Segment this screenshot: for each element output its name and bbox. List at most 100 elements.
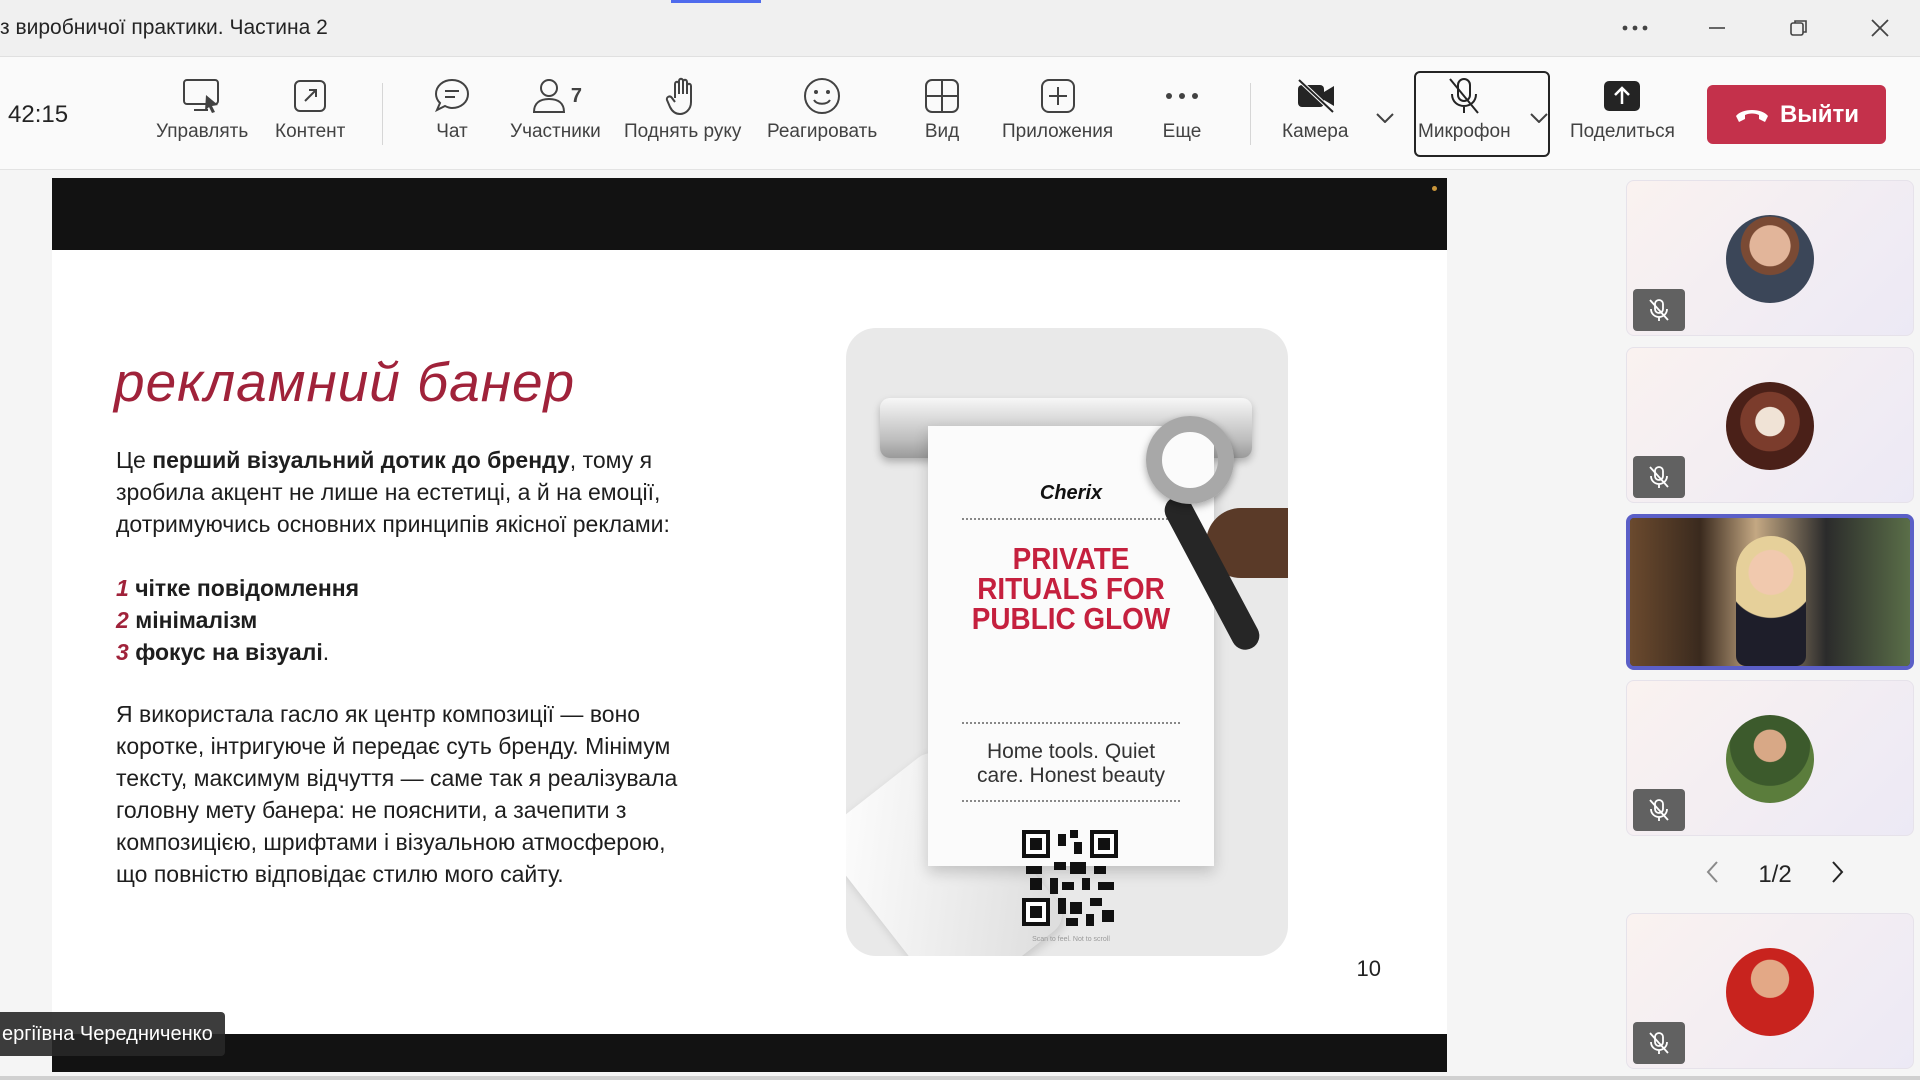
react-button[interactable]: Реагировать xyxy=(767,75,877,155)
apps-label: Приложения xyxy=(1002,121,1114,142)
more-button[interactable]: Еще xyxy=(1162,75,1202,155)
toolbar-divider xyxy=(1250,83,1251,145)
apps-button[interactable]: Приложения xyxy=(1002,75,1113,155)
more-dots-icon xyxy=(1162,75,1202,117)
intro-line-3: дотримуючись основних принципів якісної … xyxy=(116,511,670,537)
dotted-rule xyxy=(962,722,1180,724)
participants-label: Участники xyxy=(510,121,601,142)
poster-tagline-small: Scan to feel. Not to scroll xyxy=(1032,936,1110,943)
share-button[interactable]: Поделиться xyxy=(1570,75,1675,155)
slide-page-number: 10 xyxy=(1356,956,1381,981)
meeting-toolbar: 42:15 Управлять Контент Чат 7 Участники … xyxy=(0,57,1920,170)
meeting-title: з виробничої практики. Частина 2 xyxy=(0,16,328,39)
body-line: тексту, максимум відчуття — саме так я р… xyxy=(116,765,678,791)
body-line: головну мету банера: не пояснити, а заче… xyxy=(116,797,627,823)
dotted-rule xyxy=(962,800,1180,802)
recording-dot xyxy=(1432,186,1437,191)
hand-icon xyxy=(663,75,703,117)
participant-tile[interactable] xyxy=(1626,180,1914,336)
intro-paragraph: Це перший візуальний дотик до бренду, то… xyxy=(116,444,670,540)
principle-item: 1 чітке повідомлення xyxy=(116,575,360,601)
title-bar: з виробничої практики. Частина 2 xyxy=(0,0,1920,57)
participant-tile[interactable] xyxy=(1626,680,1914,836)
raise-hand-button[interactable]: Поднять руку xyxy=(624,75,741,155)
mic-muted-icon xyxy=(1633,789,1685,831)
body-line: що повністю відповідає стилю мого сайту. xyxy=(116,861,564,887)
leave-label: Выйти xyxy=(1779,100,1860,128)
body-line: композицією, шрифтами і візуальною атмос… xyxy=(116,829,666,855)
meeting-timer: 42:15 xyxy=(8,101,69,128)
content-label: Контент xyxy=(275,121,346,142)
avatar xyxy=(1726,215,1814,303)
share-label: Поделиться xyxy=(1570,121,1675,142)
participant-tile[interactable] xyxy=(1626,913,1914,1069)
camera-off-icon xyxy=(1295,75,1335,117)
add-app-icon xyxy=(1038,75,1078,117)
principles-list: 1 чітке повідомлення 2 мінімалізм 3 фоку… xyxy=(116,572,359,668)
react-label: Реагировать xyxy=(767,121,878,142)
body-paragraph: Я використала гасло як центр композиції … xyxy=(116,698,677,890)
view-button[interactable]: Вид xyxy=(922,75,962,155)
shared-screen-top-bar xyxy=(52,178,1447,250)
close-icon[interactable] xyxy=(1857,10,1903,46)
principle-item: 2 мінімалізм xyxy=(116,607,258,633)
mic-muted-icon xyxy=(1633,456,1685,498)
camera-label: Камера xyxy=(1282,121,1349,142)
body-line: Я використала гасло як центр композиції … xyxy=(116,701,641,727)
grid-view-icon xyxy=(922,75,962,117)
poster-headline: PRIVATE RITUALS FOR PUBLIC GLOW xyxy=(971,541,1171,636)
restore-icon[interactable] xyxy=(1776,10,1822,46)
minimize-icon[interactable] xyxy=(1694,10,1740,46)
chevron-right-icon[interactable] xyxy=(1831,860,1845,891)
poster-subline: Home tools. Quiet care. Honest beauty xyxy=(977,740,1165,787)
more-options-icon[interactable] xyxy=(1612,10,1658,46)
pager-label: 1/2 xyxy=(1758,861,1792,888)
leave-button[interactable]: Выйти xyxy=(1707,85,1886,144)
avatar xyxy=(1726,382,1814,470)
presenter-name-tag: ергіївна Чередниченко xyxy=(0,1012,225,1056)
content-button[interactable]: Контент xyxy=(275,75,345,155)
intro-text-end: , тому я xyxy=(569,447,653,473)
raise-hand-label: Поднять руку xyxy=(624,121,742,142)
mic-muted-icon xyxy=(1633,1022,1685,1064)
participants-count: 7 xyxy=(570,84,582,107)
slide-heading: рекламний банер xyxy=(114,351,576,413)
chevron-left-icon[interactable] xyxy=(1705,860,1719,891)
toolbar-divider xyxy=(382,83,383,145)
hair-dryer-graphic xyxy=(1146,416,1234,504)
participant-tile[interactable] xyxy=(1626,347,1914,503)
smiley-icon xyxy=(802,75,842,117)
title-accent-bar xyxy=(671,0,761,3)
participant-pager: 1/2 xyxy=(1705,860,1845,890)
participant-tile-active-speaker[interactable] xyxy=(1626,514,1914,670)
chat-label: Чат xyxy=(436,121,468,142)
manage-label: Управлять xyxy=(156,121,249,142)
presentation-slide: рекламний банер Це перший візуальний дот… xyxy=(52,250,1447,1034)
share-content-icon xyxy=(290,75,330,117)
manage-button[interactable]: Управлять xyxy=(156,75,248,155)
banner-poster-image: Cherix PRIVATE RITUALS FOR PUBLIC GLOW H… xyxy=(846,328,1288,956)
chat-icon xyxy=(432,75,472,117)
chat-button[interactable]: Чат xyxy=(432,75,472,155)
avatar xyxy=(1726,715,1814,803)
dotted-rule xyxy=(962,518,1180,520)
view-label: Вид xyxy=(924,121,960,142)
intro-line-2: зробила акцент не лише на естетиці, а й … xyxy=(116,479,661,505)
camera-options-chevron-icon[interactable] xyxy=(1370,103,1400,133)
principle-item: 3 фокус на візуалі. xyxy=(116,639,330,665)
qr-code-icon xyxy=(1022,830,1118,926)
monitor-cursor-icon xyxy=(182,75,222,117)
share-screen-icon xyxy=(1602,75,1642,117)
body-line: коротке, інтригуюче й передає суть бренд… xyxy=(116,733,671,759)
more-label: Еще xyxy=(1162,121,1202,142)
camera-button[interactable]: Камера xyxy=(1282,75,1348,155)
participant-video-person xyxy=(1736,536,1806,666)
people-icon: 7 xyxy=(525,75,585,117)
intro-bold-text: перший візуальний дотик до бренду xyxy=(152,447,570,473)
mic-focus-ring xyxy=(1414,71,1550,157)
window-bottom-border xyxy=(0,1076,1920,1080)
hangup-phone-icon xyxy=(1735,109,1768,122)
mic-muted-icon xyxy=(1633,289,1685,331)
shared-screen-bottom-bar xyxy=(52,1034,1447,1072)
participants-button[interactable]: 7 Участники xyxy=(510,75,601,155)
